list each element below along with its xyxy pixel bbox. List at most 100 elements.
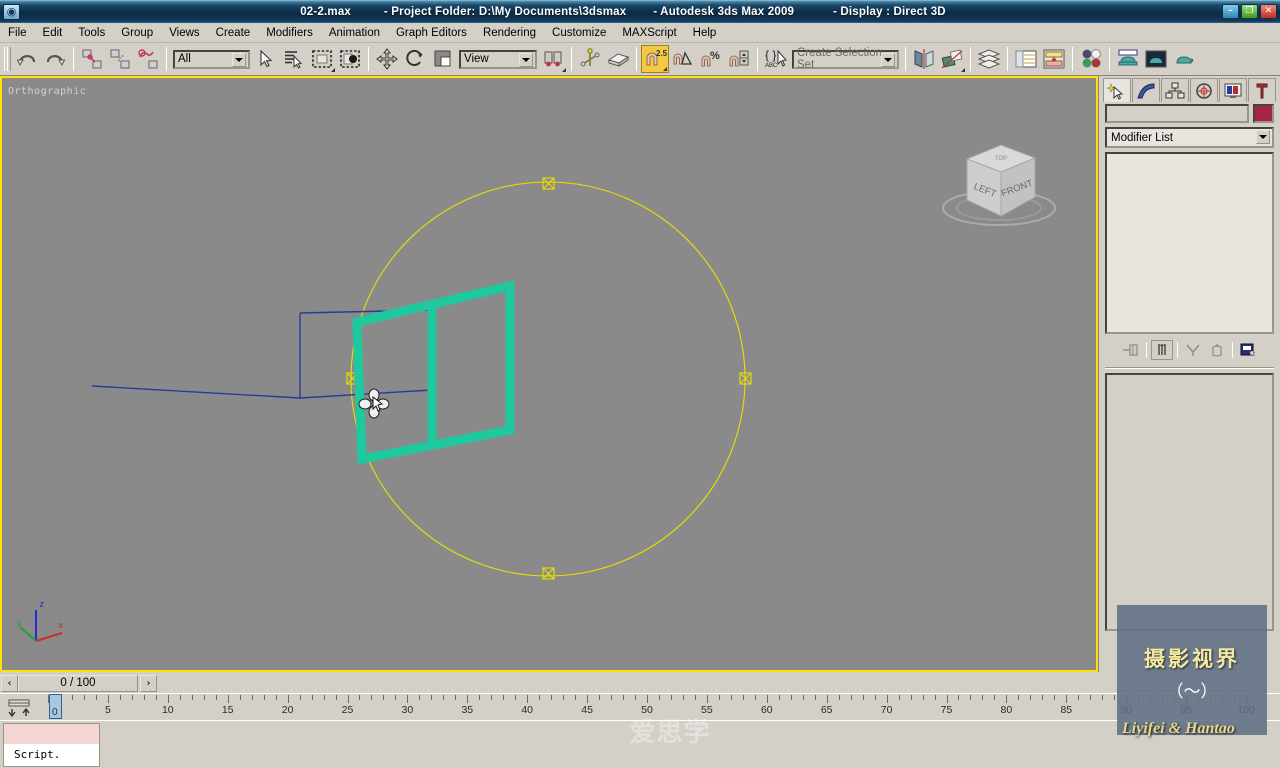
previous-frame-button[interactable]: ‹ [1,675,18,692]
layer-manager-icon[interactable] [975,45,1003,73]
curve-editor-icon[interactable] [1012,45,1040,73]
utilities-tab[interactable] [1248,78,1276,102]
stack-separator-3 [1232,342,1233,358]
motion-tab[interactable] [1190,78,1218,102]
undo-icon[interactable] [13,45,41,73]
angle-snap-toggle-icon[interactable] [669,45,697,73]
object-color-swatch[interactable] [1253,104,1274,123]
menu-graph-editors[interactable]: Graph Editors [388,25,475,41]
maxscript-mini-listener[interactable]: Script. [3,723,100,767]
toolbar-grip[interactable] [3,46,11,72]
object-name-field[interactable] [1105,104,1249,123]
menu-file[interactable]: File [0,25,35,41]
use-pivot-point-center-icon[interactable] [539,45,567,73]
ruler-tick [575,695,577,700]
pin-stack-icon[interactable] [1120,340,1142,360]
spinner-snap-toggle-icon[interactable] [725,45,753,73]
keyboard-shortcut-override-toggle-icon[interactable] [604,45,632,73]
snaps-toggle-icon[interactable]: 2.5 [641,45,669,73]
create-tab[interactable] [1103,78,1131,102]
modifier-list-combo[interactable]: Modifier List [1105,127,1274,148]
current-frame-display[interactable]: 0 / 100 [18,675,138,692]
viewcube[interactable]: LEFT FRONT TOP [939,131,1064,231]
modifier-stack-list[interactable] [1105,152,1274,334]
show-end-result-icon[interactable] [1151,340,1173,360]
menu-help[interactable]: Help [685,25,725,41]
redo-icon[interactable] [41,45,69,73]
schematic-view-icon[interactable] [1040,45,1068,73]
select-and-rotate-icon[interactable] [401,45,429,73]
menu-create[interactable]: Create [208,25,259,41]
maximize-button[interactable]: ❐ [1241,4,1258,19]
menu-maxscript[interactable]: MAXScript [614,25,684,41]
ruler-tick [71,695,73,700]
select-by-name-icon[interactable] [280,45,308,73]
orthographic-viewport[interactable]: Orthographic LEFT FRONT TOP z x y [2,78,1096,670]
ruler-tick-label: 10 [161,704,174,716]
bind-to-space-warp-icon[interactable] [134,45,162,73]
toolbar-separator-11 [1109,47,1110,71]
close-button[interactable]: ✕ [1260,4,1277,19]
configure-sets-icon[interactable] [1237,340,1259,360]
menu-customize[interactable]: Customize [544,25,614,41]
menu-group[interactable]: Group [113,25,161,41]
ruler-tick [491,695,493,700]
minimize-button[interactable]: – [1222,4,1239,19]
chevron-down-icon-4[interactable] [1256,130,1270,144]
svg-text:%: % [710,50,720,62]
align-icon[interactable] [938,45,966,73]
open-mini-curve-editor-icon[interactable] [6,698,32,718]
circle-spline[interactable] [350,181,746,577]
rectangular-selection-region-icon[interactable] [308,45,336,73]
menu-edit[interactable]: Edit [35,25,71,41]
menu-tools[interactable]: Tools [70,25,113,41]
time-slider-thumb[interactable]: 0 [49,694,62,719]
quick-render-icon[interactable] [1170,45,1198,73]
named-selection-sets-icon[interactable]: { } ABC [762,45,790,73]
frame-ruler[interactable]: 5 10 15 20 25 30 35 40 45 50 55 60 65 70 75 80 85 90 95 100 [42,694,1280,721]
viewcube-top-label: TOP [995,156,1007,162]
rendered-frame-window-icon[interactable] [1142,45,1170,73]
ruler-tick [227,695,229,703]
ruler-tick [83,695,85,700]
material-editor-icon[interactable] [1077,45,1105,73]
toolbar-separator-4 [571,47,572,71]
ruler-tick [1090,695,1092,700]
chevron-down-icon-2[interactable] [519,52,533,67]
ruler-tick [503,695,505,700]
next-frame-button[interactable]: › [140,675,157,692]
ruler-tick [587,695,589,703]
window-crossing-icon[interactable] [336,45,364,73]
rollout-area[interactable] [1105,373,1274,631]
chevron-down-icon-3[interactable] [881,52,895,67]
chevron-down-icon[interactable] [232,52,246,67]
menu-modifiers[interactable]: Modifiers [258,25,321,41]
unlink-selection-icon[interactable] [106,45,134,73]
reference-coordinate-system-combo[interactable]: View [459,49,537,69]
menu-animation[interactable]: Animation [321,25,388,41]
hierarchy-tab[interactable] [1161,78,1189,102]
modify-tab[interactable] [1132,78,1160,102]
percent-snap-toggle-icon[interactable]: % [697,45,725,73]
select-and-move-icon[interactable] [373,45,401,73]
selection-filter-combo[interactable]: All [173,49,250,69]
ruler-tick-label: 65 [820,704,833,716]
select-and-uniform-scale-icon[interactable] [429,45,457,73]
display-tab[interactable] [1219,78,1247,102]
select-and-link-icon[interactable] [78,45,106,73]
ruler-tick [143,695,145,700]
menu-views[interactable]: Views [161,25,207,41]
mirror-icon[interactable] [910,45,938,73]
trash-icon[interactable] [1206,340,1228,360]
circle-vertex-handles[interactable] [346,177,752,580]
listener-output-pane[interactable] [4,724,99,744]
select-and-manipulate-icon[interactable] [576,45,604,73]
window-object-selected[interactable] [352,280,515,465]
render-setup-icon[interactable] [1114,45,1142,73]
svg-text:x: x [58,621,64,631]
select-object-icon[interactable] [252,45,280,73]
make-unique-icon[interactable] [1182,340,1204,360]
3dsmax-window: ◉ 02-2.max - Project Folder: D:\My Docum… [0,0,1280,768]
named-selection-set-input[interactable]: Create Selection Set [792,47,899,71]
menu-rendering[interactable]: Rendering [475,25,544,41]
